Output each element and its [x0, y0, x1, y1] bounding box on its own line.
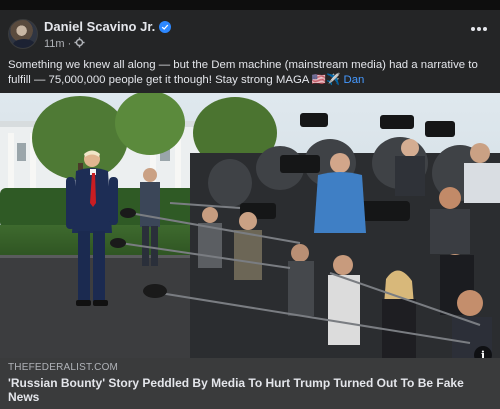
photo-illustration	[0, 93, 500, 358]
link-headline[interactable]: 'Russian Bounty' Story Peddled By Media …	[8, 376, 478, 404]
link-preview[interactable]: THEFEDERALIST.COM 'Russian Bounty' Story…	[0, 358, 500, 409]
post-body: Something we knew all along — but the De…	[8, 59, 478, 86]
post-text: Something we knew all along — but the De…	[8, 58, 494, 88]
author-name[interactable]: Daniel Scavino Jr.	[44, 19, 155, 34]
link-domain: THEFEDERALIST.COM	[8, 362, 119, 373]
avatar[interactable]	[8, 19, 38, 49]
gear-icon[interactable]	[74, 37, 85, 51]
post-header: Daniel Scavino Jr. 11m ·	[0, 10, 500, 56]
meta-separator: ·	[67, 38, 72, 50]
post-meta: 11m ·	[44, 37, 85, 51]
post-signature-link[interactable]: Dan	[343, 74, 364, 86]
verified-badge-icon	[159, 20, 172, 33]
author-row: Daniel Scavino Jr.	[44, 19, 172, 34]
post-photo[interactable]	[0, 93, 500, 358]
post-card: Daniel Scavino Jr. 11m · Something we kn…	[0, 10, 500, 409]
post-timestamp[interactable]: 11m	[44, 38, 65, 50]
more-options-icon[interactable]	[468, 22, 490, 36]
